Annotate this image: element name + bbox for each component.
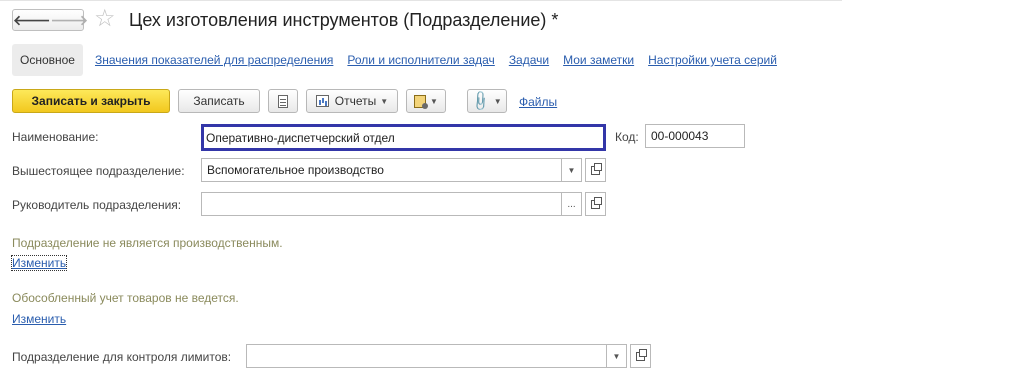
production-status-text: Подразделение не является производственн…: [12, 236, 283, 250]
back-arrow-icon[interactable]: 🡐: [13, 10, 51, 30]
tab-series-settings[interactable]: Настройки учета серий: [648, 44, 777, 76]
code-label: Код:: [615, 130, 639, 144]
reports-label: Отчеты: [334, 94, 377, 108]
open-icon[interactable]: [630, 344, 651, 368]
report-chart-icon: [315, 95, 329, 107]
tab-roles-executors[interactable]: Роли и исполнители задач: [347, 44, 494, 76]
change-separate-accounting-link[interactable]: Изменить: [12, 312, 66, 326]
document-list-icon: [278, 94, 288, 108]
attach-button[interactable]: 📎 ▼: [467, 89, 507, 113]
chevron-down-icon[interactable]: ▼: [607, 344, 627, 368]
page-title: Цех изготовления инструментов (Подраздел…: [129, 10, 559, 30]
name-input[interactable]: Оперативно-диспетчерский отдел: [201, 124, 606, 151]
chevron-down-icon: ▼: [380, 96, 389, 106]
limits-department-combo: ▼: [246, 344, 651, 368]
files-link[interactable]: Файлы: [519, 95, 557, 109]
open-icon[interactable]: [585, 158, 606, 182]
tab-indicator-values[interactable]: Значения показателей для распределения: [95, 44, 333, 76]
tab-tasks[interactable]: Задачи: [509, 44, 549, 76]
tab-main[interactable]: Основное: [12, 44, 83, 76]
form-tabs: Основное Значения показателей для распре…: [12, 44, 777, 76]
limits-department-input[interactable]: [246, 344, 607, 368]
print-icon: [414, 94, 429, 109]
paperclip-icon: 📎: [469, 89, 493, 113]
select-dots-icon[interactable]: ...: [562, 192, 582, 216]
change-production-link[interactable]: Изменить: [10, 255, 68, 271]
head-input[interactable]: [201, 192, 562, 216]
parent-department-combo: Вспомогательное производство ▼: [201, 158, 606, 182]
favorite-star-icon[interactable]: ☆: [94, 6, 116, 32]
tab-my-notes[interactable]: Мои заметки: [563, 44, 634, 76]
limits-department-label: Подразделение для контроля лимитов:: [12, 350, 232, 364]
navigation-buttons: 🡐 🡒: [12, 9, 88, 31]
head-label: Руководитель подразделения:: [12, 198, 182, 212]
parent-department-label: Вышестоящее подразделение:: [12, 164, 185, 178]
structure-button[interactable]: [268, 89, 298, 113]
separate-accounting-text: Обособленный учет товаров не ведется.: [12, 291, 239, 305]
chevron-down-icon: ▼: [493, 96, 502, 106]
forward-arrow-icon[interactable]: 🡒: [51, 10, 89, 30]
save-and-close-button[interactable]: Записать и закрыть: [12, 89, 170, 113]
print-button[interactable]: ▼: [406, 89, 446, 113]
top-divider: [0, 0, 842, 1]
code-input[interactable]: 00-000043: [645, 124, 745, 148]
name-label: Наименование:: [12, 130, 99, 144]
open-icon[interactable]: [585, 192, 606, 216]
parent-department-input[interactable]: Вспомогательное производство: [201, 158, 562, 182]
head-combo: ...: [201, 192, 606, 216]
reports-button[interactable]: Отчеты ▼: [306, 89, 398, 113]
chevron-down-icon: ▼: [430, 96, 438, 106]
chevron-down-icon[interactable]: ▼: [562, 158, 582, 182]
save-button[interactable]: Записать: [178, 89, 260, 113]
